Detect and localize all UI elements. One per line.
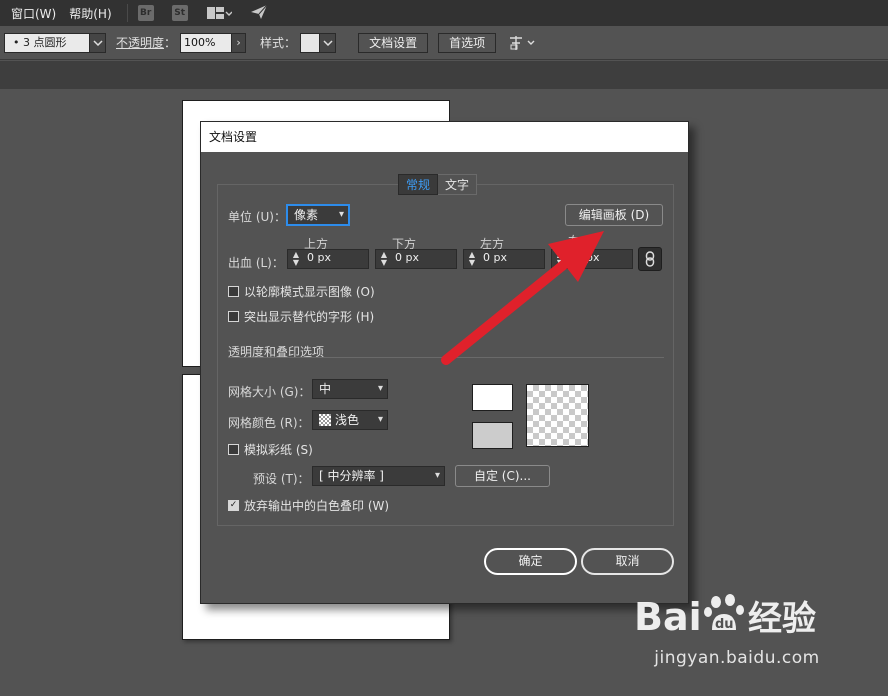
style-swatch[interactable] (300, 32, 321, 53)
bridge-icon[interactable]: Br (137, 5, 154, 21)
unit-select[interactable]: 像素 ▾ (287, 205, 349, 225)
menu-help[interactable]: 帮助(H) (65, 5, 120, 22)
stepper-icon[interactable]: ▲ ▼ (464, 250, 480, 268)
control-bar: • 3 点圆形 不透明度： 100% › 样式： 文档设置 首选项 (0, 26, 888, 60)
checkbox-box[interactable] (228, 311, 239, 322)
bleed-right-input[interactable]: ▲ ▼ px (551, 249, 633, 269)
menu-bar: 窗口(W) 帮助(H) Br St (0, 0, 888, 26)
grid-size-select[interactable]: 中 ▾ (312, 379, 388, 399)
svg-text:du: du (715, 617, 734, 632)
dialog-tabs: 常规 文字 (398, 174, 478, 195)
opacity-label[interactable]: 不透明度： (116, 34, 176, 51)
opacity-input[interactable]: 100% (180, 32, 233, 53)
align-icon[interactable] (508, 35, 538, 51)
arrange-layout-icon[interactable] (206, 6, 232, 20)
style-dropdown-arrow[interactable] (320, 32, 337, 53)
stepper-icon[interactable]: ▲ ▼ (552, 250, 568, 268)
brush-select[interactable]: • 3 点圆形 (4, 32, 90, 53)
checkbox-box[interactable] (228, 444, 239, 455)
simulate-paper-checkbox[interactable]: 模拟彩纸 (S) (228, 441, 313, 458)
tab-general[interactable]: 常规 (398, 174, 439, 195)
document-setup-button[interactable]: 文档设置 (358, 32, 429, 53)
preset-select[interactable]: [ 中分辨率 ] ▾ (312, 466, 445, 486)
unit-label: 单位 (U)： (228, 210, 286, 224)
checkbox-box[interactable] (228, 286, 239, 297)
chevron-down-icon: ▾ (434, 470, 440, 481)
document-tab-strip (0, 61, 888, 89)
checkbox-checked-icon[interactable]: ✓ (228, 500, 239, 511)
outline-mode-checkbox[interactable]: 以轮廓模式显示图像 (O) (228, 283, 375, 300)
baidu-watermark: Bai du 经验 jingyan.baidu.com (632, 586, 842, 678)
ok-button[interactable]: 确定 (484, 548, 577, 575)
send-icon[interactable] (250, 4, 268, 23)
chevron-down-icon: ▾ (377, 383, 383, 394)
grid-color-swatch-light[interactable] (472, 384, 513, 411)
grid-color-select[interactable]: 浅色 ▾ (312, 410, 388, 430)
watermark-url: jingyan.baidu.com (654, 648, 820, 668)
bleed-bottom-input[interactable]: ▲ ▼ 0 px (375, 249, 457, 269)
transparency-grid-preview (526, 384, 589, 447)
document-setup-dialog: 文档设置 常规 文字 单位 (U)： 像素 ▾ 编辑画板 (D) 上方 下方 左… (200, 121, 689, 604)
cancel-button[interactable]: 取消 (581, 548, 674, 575)
tab-type[interactable]: 文字 (438, 174, 478, 195)
grid-color-swatch-dark[interactable] (472, 422, 513, 449)
bleed-top-input[interactable]: ▲ ▼ 0 px (287, 249, 369, 269)
style-label: 样式： (260, 36, 297, 50)
preset-label: 预设 (T)： (253, 472, 310, 486)
discard-white-overprint-checkbox[interactable]: ✓ 放弃输出中的白色叠印 (W) (228, 497, 389, 514)
stepper-icon[interactable]: ▲ ▼ (288, 250, 304, 268)
grid-size-label: 网格大小 (G)： (228, 385, 311, 399)
grid-color-label: 网格颜色 (R)： (228, 416, 310, 430)
bleed-right-label: 右 (568, 234, 581, 248)
menu-window[interactable]: 窗口(W) (0, 5, 65, 22)
custom-button[interactable]: 自定 (C)... (455, 465, 550, 487)
brush-dropdown-arrow[interactable] (90, 32, 106, 53)
chevron-down-icon (323, 39, 333, 46)
svg-text:经验: 经验 (748, 599, 816, 639)
bleed-left-input[interactable]: ▲ ▼ 0 px (463, 249, 545, 269)
bleed-label: 出血 (L)： (228, 256, 284, 270)
stock-icon[interactable]: St (171, 5, 188, 21)
baidu-logo-icon: Bai du 经验 (634, 594, 816, 639)
checker-icon (319, 414, 331, 426)
preferences-button[interactable]: 首选项 (438, 32, 497, 53)
chevron-down-icon: ▾ (338, 209, 344, 220)
link-chain-icon[interactable] (638, 247, 662, 271)
menu-divider (126, 4, 128, 22)
section-divider (228, 357, 664, 358)
svg-text:Bai: Bai (634, 595, 702, 639)
opacity-arrow[interactable]: › (232, 32, 247, 53)
edit-artboards-button[interactable]: 编辑画板 (D) (565, 204, 663, 226)
stepper-icon[interactable]: ▲ ▼ (376, 250, 392, 268)
dialog-title[interactable]: 文档设置 (201, 122, 688, 152)
chevron-down-icon: ▾ (377, 414, 383, 425)
highlight-glyphs-checkbox[interactable]: 突出显示替代的字形 (H) (228, 308, 374, 325)
chevron-down-icon (92, 39, 103, 46)
